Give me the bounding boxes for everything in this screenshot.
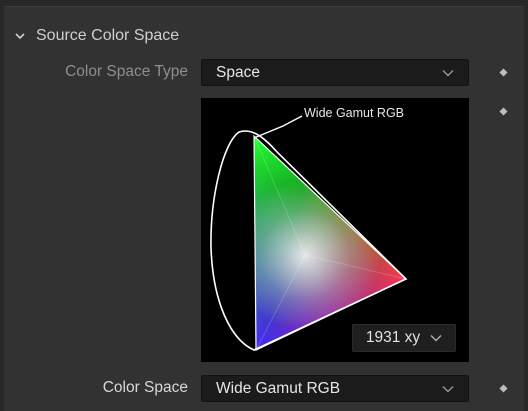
chevron-down-icon [442, 69, 454, 76]
section-title: Source Color Space [36, 27, 180, 44]
section-header-source-color-space[interactable]: Source Color Space [14, 22, 179, 50]
keyframe-diamond-icon[interactable] [499, 68, 508, 77]
axes-mode-dropdown[interactable]: 1931 xy [352, 324, 456, 352]
keyframe-diamond-icon[interactable] [499, 384, 508, 393]
color-space-dropdown[interactable]: Wide Gamut RGB [201, 375, 469, 402]
gamut-label: Wide Gamut RGB [304, 106, 405, 120]
axes-mode-value: 1931 xy [365, 329, 421, 346]
keyframe-diamond-icon[interactable] [499, 107, 508, 116]
gamut-callout-line [253, 115, 303, 139]
gamut-fill [254, 136, 406, 350]
chevron-down-icon [442, 385, 454, 392]
color-space-value: Wide Gamut RGB [216, 379, 341, 397]
inspector-frame: Source Color Space Color Space Type Spac… [0, 0, 528, 411]
chromaticity-diagram[interactable] [201, 98, 469, 362]
color-space-type-label: Color Space Type [65, 63, 188, 80]
chevron-down-icon [430, 335, 442, 342]
cie-diagram-svg [210, 115, 408, 351]
chevron-down-icon[interactable] [14, 30, 26, 42]
color-space-type-value: Space [216, 63, 260, 81]
color-space-type-dropdown[interactable]: Space [201, 59, 469, 86]
color-space-label: Color Space [102, 379, 188, 396]
